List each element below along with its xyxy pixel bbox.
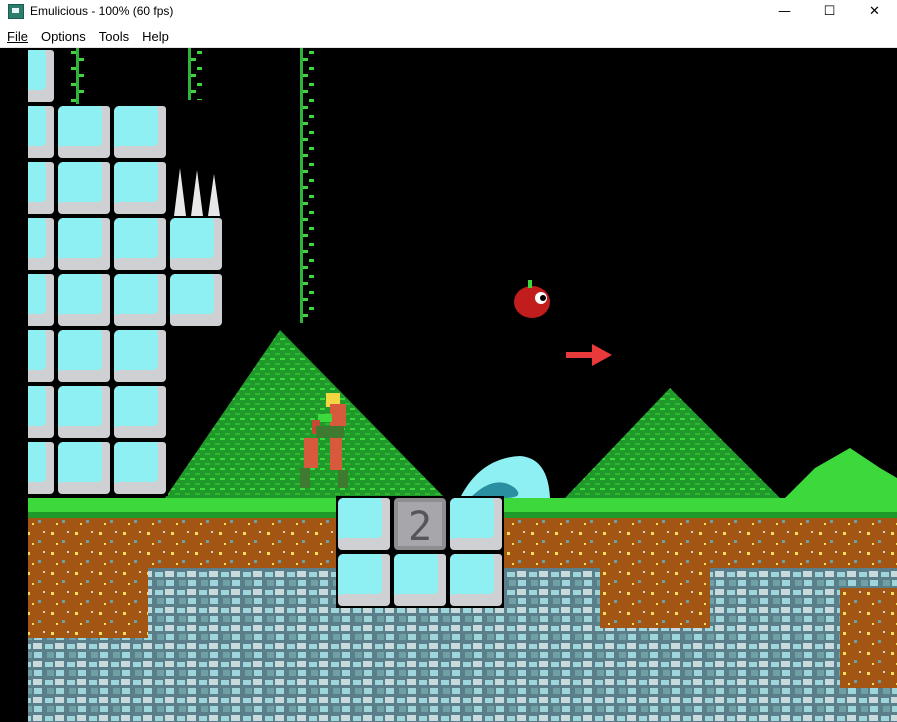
window-controls: — ☐ ✕ bbox=[762, 0, 897, 22]
menu-options[interactable]: Options bbox=[35, 29, 92, 44]
menu-bar: File Options Tools Help bbox=[0, 26, 897, 48]
emulicious-app-icon bbox=[8, 3, 24, 19]
maximize-button[interactable]: ☐ bbox=[807, 0, 852, 22]
menu-tools[interactable]: Tools bbox=[93, 29, 135, 44]
window-title: Emulicious - 100% (60 fps) bbox=[30, 4, 174, 18]
hill-right bbox=[565, 388, 780, 498]
vine-1 bbox=[70, 48, 84, 106]
spikes bbox=[174, 168, 220, 216]
number-block-label: 2 bbox=[408, 504, 432, 550]
ice-wall bbox=[28, 104, 168, 496]
vine-3 bbox=[300, 48, 314, 323]
arrow-projectile bbox=[566, 344, 612, 366]
ice-ledge bbox=[168, 216, 224, 328]
minimize-button[interactable]: — bbox=[762, 0, 807, 22]
game-scene: 2 bbox=[0, 48, 897, 722]
game-screen[interactable]: 2 bbox=[0, 48, 897, 722]
vine-2 bbox=[188, 48, 202, 100]
bush bbox=[785, 448, 897, 498]
menu-help[interactable]: Help bbox=[136, 29, 175, 44]
menu-file[interactable]: File bbox=[1, 29, 34, 44]
close-button[interactable]: ✕ bbox=[852, 0, 897, 22]
apple-enemy bbox=[514, 280, 550, 318]
title-bar: Emulicious - 100% (60 fps) — ☐ ✕ bbox=[0, 0, 897, 22]
